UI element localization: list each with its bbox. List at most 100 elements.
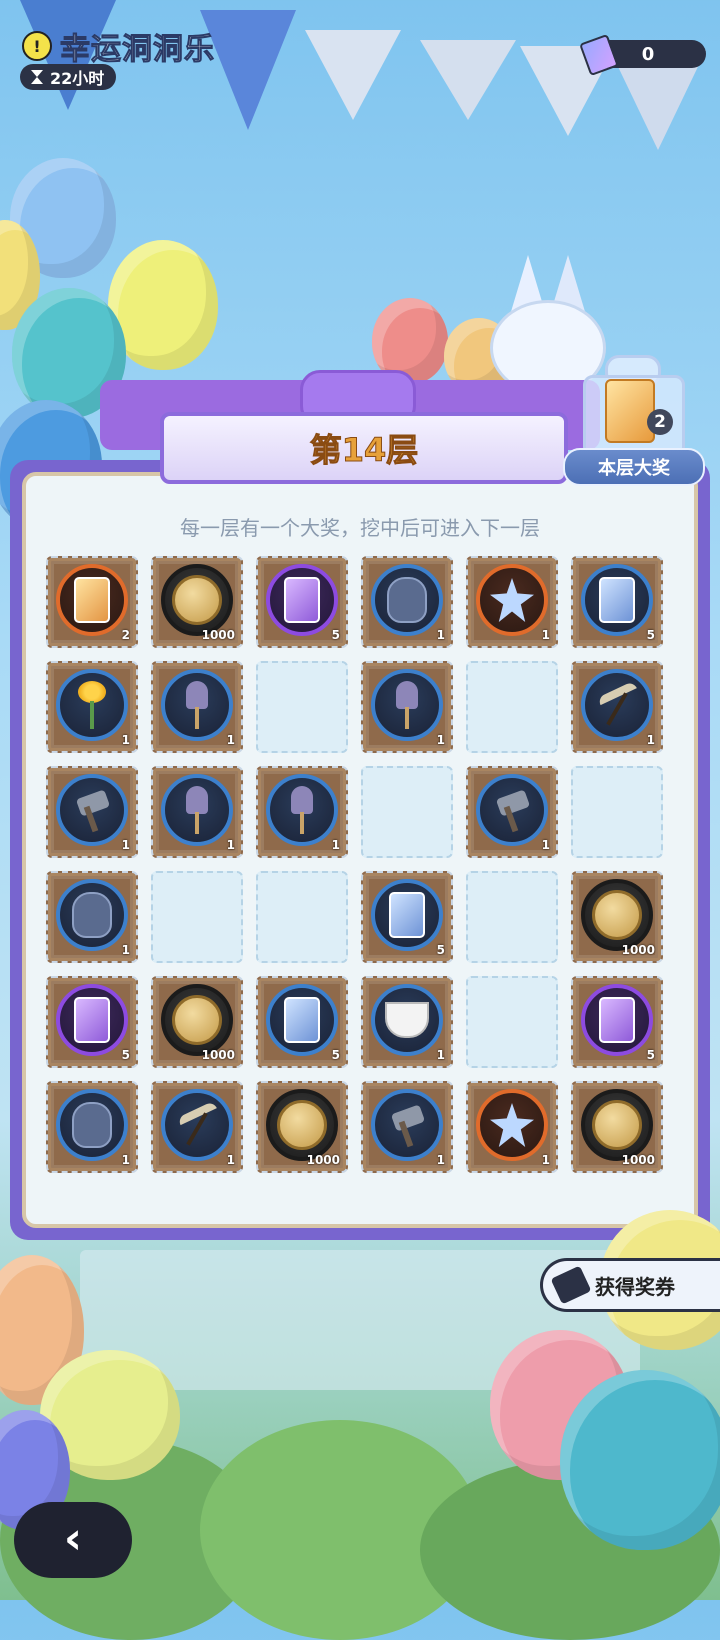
coin-icon <box>592 1100 642 1150</box>
dug-cell[interactable] <box>466 661 558 753</box>
item-quantity: 1 <box>226 733 235 747</box>
grid-cell[interactable]: 1 <box>256 766 348 858</box>
dug-cell[interactable] <box>256 661 348 753</box>
back-button[interactable]: ‹ <box>14 1502 132 1578</box>
item-quantity: 1 <box>646 733 655 747</box>
item-ring <box>161 564 233 636</box>
chevron-left-icon: ‹ <box>63 1512 83 1564</box>
item-ring <box>371 669 443 741</box>
item-quantity: 1 <box>331 838 340 852</box>
item-quantity: 1 <box>541 1153 550 1167</box>
item-ring <box>161 774 233 846</box>
grid-cell[interactable]: 5 <box>361 871 453 963</box>
item-quantity: 1 <box>121 943 130 957</box>
dug-cell[interactable] <box>151 871 243 963</box>
gold-card-icon <box>74 577 110 623</box>
item-ring <box>476 564 548 636</box>
item-ring <box>266 1089 338 1161</box>
item-ring <box>56 984 128 1056</box>
grid-cell[interactable]: 5 <box>256 976 348 1068</box>
grid-cell[interactable]: 5 <box>571 556 663 648</box>
item-ring <box>266 774 338 846</box>
item-quantity: 1000 <box>201 1048 235 1062</box>
blue-card-icon <box>389 892 425 938</box>
grid-cell[interactable]: 1 <box>151 661 243 753</box>
flower-bouquet-icon <box>72 681 112 729</box>
item-ring <box>581 669 653 741</box>
grid-cell[interactable]: 1 <box>46 766 138 858</box>
shovel-icon <box>186 786 208 834</box>
ticket-counter[interactable]: 0 <box>579 33 706 77</box>
item-quantity: 1 <box>121 838 130 852</box>
teacup-icon <box>385 1002 429 1038</box>
grid-cell[interactable]: 1 <box>466 766 558 858</box>
grid-cell[interactable]: 1 <box>466 556 558 648</box>
shovel-icon <box>291 786 313 834</box>
grid-cell[interactable]: 2 <box>46 556 138 648</box>
grid-cell[interactable]: 1 <box>46 661 138 753</box>
grid-cell[interactable]: 1000 <box>256 1081 348 1173</box>
hammer-icon <box>488 786 536 834</box>
grid-cell[interactable]: 1 <box>571 661 663 753</box>
grid-cell[interactable]: 1 <box>361 556 453 648</box>
grid-cell[interactable]: 1000 <box>151 976 243 1068</box>
item-quantity: 5 <box>121 1048 130 1062</box>
item-ring <box>56 1089 128 1161</box>
item-ring <box>266 984 338 1056</box>
event-title: 幸运洞洞乐 <box>60 32 215 68</box>
item-quantity: 1 <box>226 838 235 852</box>
item-quantity: 1 <box>121 1153 130 1167</box>
grid-cell[interactable]: 5 <box>256 556 348 648</box>
floor-instructions: 每一层有一个大奖，挖中后可进入下一层 <box>180 516 540 540</box>
hourglass-icon <box>30 69 44 85</box>
dug-cell[interactable] <box>361 766 453 858</box>
coin-icon <box>277 1100 327 1150</box>
blue-card-icon <box>599 577 635 623</box>
violet-card-icon <box>74 997 110 1043</box>
ticket-icon <box>550 1265 592 1305</box>
glove-icon <box>72 892 112 938</box>
pickaxe-icon <box>593 681 641 729</box>
item-ring <box>56 879 128 951</box>
hammer-icon <box>68 786 116 834</box>
grid-cell[interactable]: 1 <box>361 976 453 1068</box>
floor-title: 第14层 <box>160 412 568 484</box>
grand-prize[interactable]: 2 <box>575 355 690 457</box>
item-quantity: 5 <box>436 943 445 957</box>
item-quantity: 5 <box>646 628 655 642</box>
item-ring <box>56 564 128 636</box>
item-quantity: 1 <box>436 733 445 747</box>
event-header: ! 幸运洞洞乐 <box>22 24 215 68</box>
grid-cell[interactable]: 1000 <box>151 556 243 648</box>
item-quantity: 2 <box>121 628 130 642</box>
grid-cell[interactable]: 1 <box>361 1081 453 1173</box>
item-quantity: 1 <box>541 628 550 642</box>
balloon <box>560 1370 720 1550</box>
info-icon[interactable]: ! <box>22 31 52 61</box>
grid-cell[interactable]: 1 <box>151 766 243 858</box>
coin-icon <box>172 575 222 625</box>
item-ring <box>161 1089 233 1161</box>
item-ring <box>476 774 548 846</box>
item-quantity: 1 <box>226 1153 235 1167</box>
grid-cell[interactable]: 1000 <box>571 1081 663 1173</box>
dug-cell[interactable] <box>466 871 558 963</box>
grand-prize-label[interactable]: 本层大奖 <box>563 448 705 486</box>
grid-cell[interactable]: 1 <box>151 1081 243 1173</box>
bunting-flag <box>305 30 401 120</box>
coin-icon <box>592 890 642 940</box>
grid-cell[interactable]: 5 <box>46 976 138 1068</box>
item-ring <box>581 984 653 1056</box>
dug-cell[interactable] <box>256 871 348 963</box>
grid-cell[interactable]: 1 <box>46 871 138 963</box>
ticket-count: 0 <box>641 43 655 65</box>
item-ring <box>581 1089 653 1161</box>
dug-cell[interactable] <box>571 766 663 858</box>
grid-cell[interactable]: 5 <box>571 976 663 1068</box>
dug-cell[interactable] <box>466 976 558 1068</box>
grid-cell[interactable]: 1000 <box>571 871 663 963</box>
grid-cell[interactable]: 1 <box>46 1081 138 1173</box>
grid-cell[interactable]: 1 <box>466 1081 558 1173</box>
get-tickets-button[interactable]: 获得奖券 <box>540 1258 720 1312</box>
grid-cell[interactable]: 1 <box>361 661 453 753</box>
